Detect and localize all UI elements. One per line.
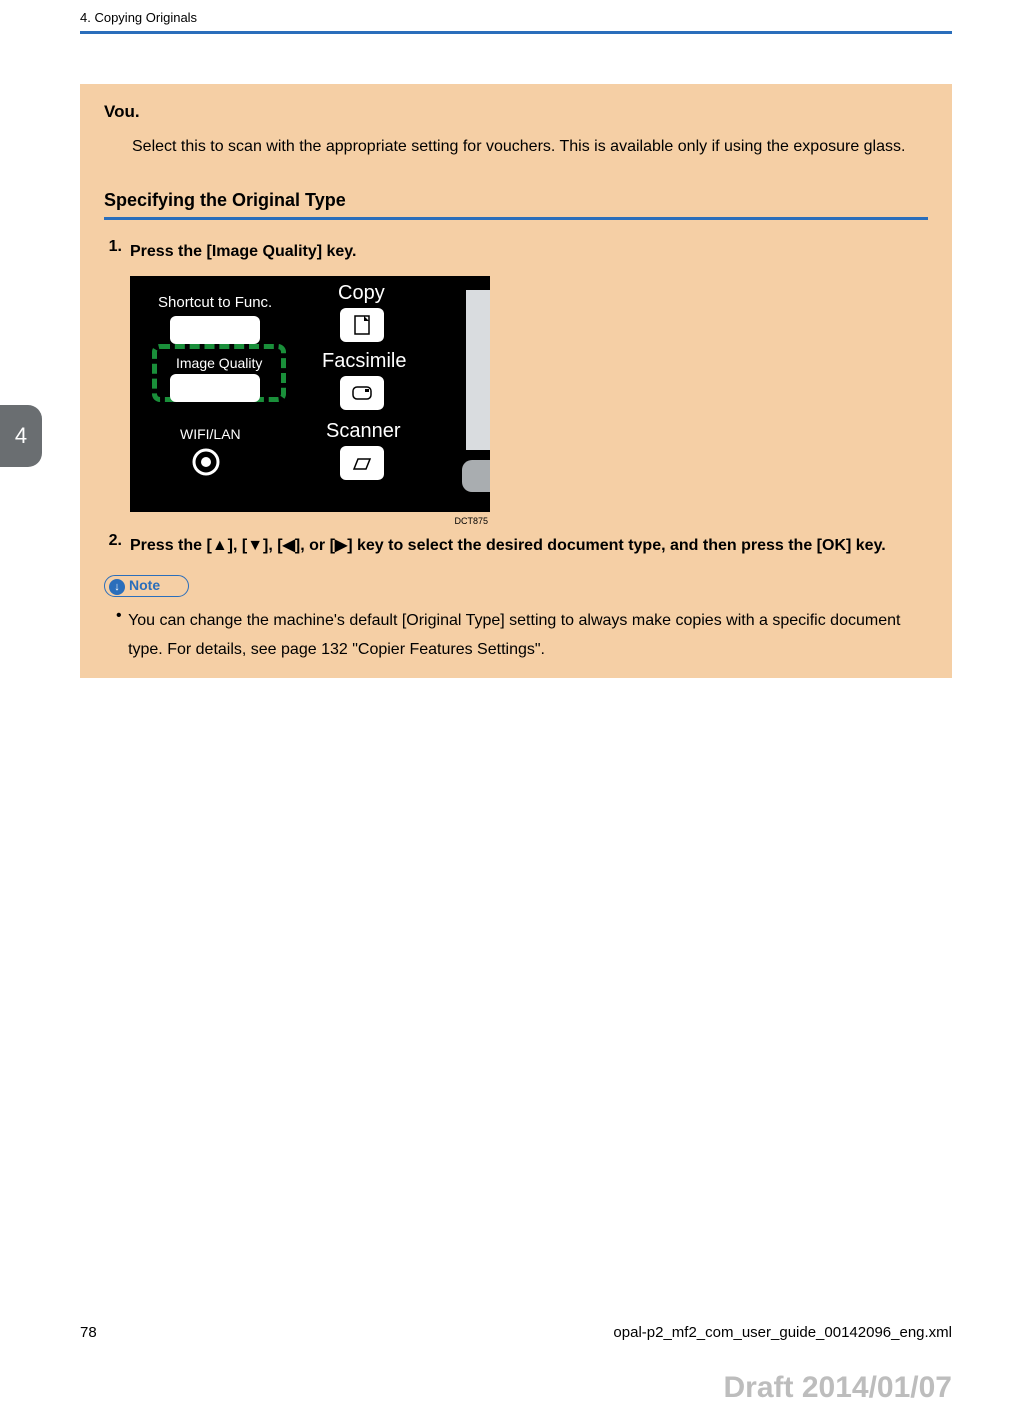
vou-description: Select this to scan with the appropriate… bbox=[132, 132, 928, 162]
copy-button bbox=[340, 308, 384, 342]
page-header: 4. Copying Originals bbox=[80, 10, 952, 34]
figure-reference: DCT875 bbox=[130, 516, 490, 526]
step-1-text: Press the [Image Quality] key. bbox=[130, 238, 356, 265]
step2-mid3: ], or [ bbox=[295, 537, 335, 554]
step2-mid1: ], [ bbox=[228, 537, 248, 554]
step2-mid2: ], [ bbox=[263, 537, 283, 554]
scanner-icon bbox=[352, 455, 372, 471]
page-number: 78 bbox=[80, 1324, 97, 1341]
panel-edge bbox=[466, 290, 490, 450]
wifi-lan-icon bbox=[190, 446, 222, 478]
note-label: Note bbox=[129, 577, 160, 593]
image-quality-button bbox=[170, 374, 260, 402]
image-quality-label: Image Quality bbox=[176, 355, 262, 371]
note-badge: ↓Note bbox=[104, 575, 189, 597]
chapter-number: 4 bbox=[15, 423, 27, 449]
device-panel-illustration: Shortcut to Func. Image Quality WIFI/LAN… bbox=[130, 276, 490, 512]
step2-suffix: ] key to select the desired document typ… bbox=[347, 537, 886, 554]
chapter-side-tab: 4 bbox=[0, 405, 42, 467]
step-1: 1. Press the [Image Quality] key. bbox=[104, 238, 928, 265]
step2-prefix: Press the [ bbox=[130, 537, 212, 554]
scanner-label: Scanner bbox=[326, 420, 401, 443]
draft-watermark: Draft 2014/01/07 bbox=[724, 1371, 953, 1405]
scanner-button bbox=[340, 446, 384, 480]
note-bullet: • You can change the machine's default [… bbox=[116, 607, 928, 665]
step-1-number: 1. bbox=[104, 238, 130, 265]
wifi-lan-label: WIFI/LAN bbox=[180, 426, 241, 442]
facsimile-button bbox=[340, 376, 384, 410]
copy-icon bbox=[354, 315, 370, 335]
source-file: opal-p2_mf2_com_user_guide_00142096_eng.… bbox=[613, 1324, 952, 1341]
down-arrow-icon: ▼ bbox=[247, 537, 263, 554]
down-circle-icon: ↓ bbox=[109, 579, 125, 595]
shortcut-label: Shortcut to Func. bbox=[158, 294, 272, 311]
left-arrow-icon: ◀ bbox=[283, 537, 295, 554]
panel-edge-knob bbox=[462, 460, 490, 492]
facsimile-label: Facsimile bbox=[322, 350, 406, 373]
content-block: Vou. Select this to scan with the approp… bbox=[80, 84, 952, 678]
step-2: 2. Press the [▲], [▼], [◀], or [▶] key t… bbox=[104, 532, 928, 559]
step-2-text: Press the [▲], [▼], [◀], or [▶] key to s… bbox=[130, 532, 886, 559]
shortcut-button bbox=[170, 316, 260, 344]
copy-label: Copy bbox=[338, 282, 385, 305]
note-text: You can change the machine's default [Or… bbox=[128, 607, 928, 665]
vou-heading: Vou. bbox=[104, 102, 928, 122]
right-arrow-icon: ▶ bbox=[335, 537, 347, 554]
chapter-title: 4. Copying Originals bbox=[80, 10, 197, 25]
page-footer: 78 opal-p2_mf2_com_user_guide_00142096_e… bbox=[80, 1324, 952, 1341]
section-heading: Specifying the Original Type bbox=[104, 190, 928, 220]
facsimile-icon bbox=[351, 384, 373, 402]
bullet-icon: • bbox=[116, 607, 128, 665]
step-2-number: 2. bbox=[104, 532, 130, 559]
up-arrow-icon: ▲ bbox=[212, 537, 228, 554]
